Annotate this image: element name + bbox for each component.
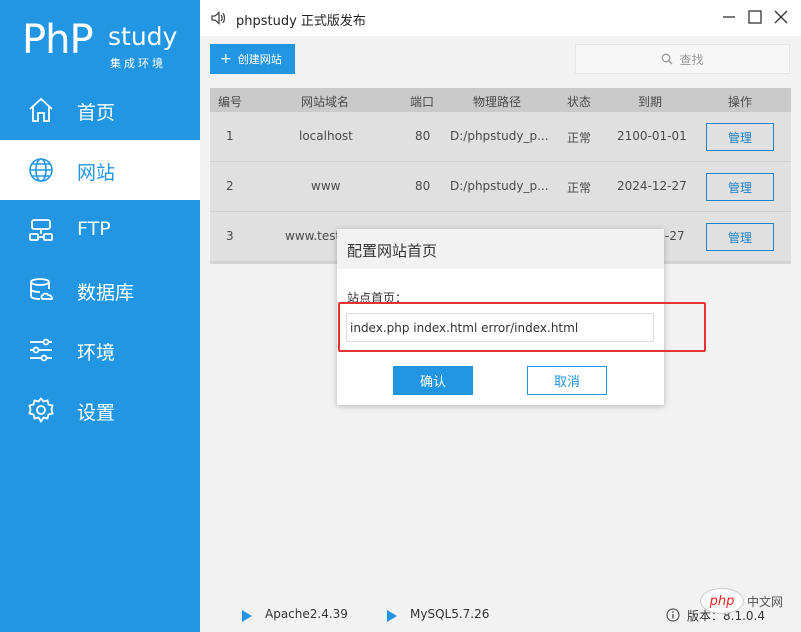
confirm-button[interactable]: 确认: [393, 366, 473, 395]
maximize-icon[interactable]: [746, 8, 764, 26]
info-icon[interactable]: [666, 608, 680, 622]
apache-status: Apache2.4.39: [265, 607, 348, 621]
logo-study: study: [108, 22, 178, 51]
sidebar: PhP study 集成环境 首页 网站 FTP 数据库 环境 设置: [0, 0, 200, 632]
sidebar-item-home[interactable]: 首页: [0, 80, 200, 140]
sidebar-item-label: FTP: [77, 218, 111, 240]
mysql-status: MySQL5.7.26: [410, 607, 490, 621]
plus-icon: +: [220, 51, 232, 67]
sidebar-item-label: 设置: [77, 402, 116, 424]
sidebar-item-label: 环境: [77, 342, 116, 364]
minimize-icon[interactable]: [720, 8, 738, 26]
sidebar-item-website[interactable]: 网站: [0, 140, 200, 200]
sidebar-item-settings[interactable]: 设置: [0, 380, 200, 440]
sidebar-item-database[interactable]: 数据库: [0, 260, 200, 320]
globe-icon: [29, 158, 53, 182]
logo-php: PhP: [22, 17, 94, 63]
annotation-highlight-box: [338, 302, 706, 352]
sidebar-item-ftp[interactable]: FTP: [0, 200, 200, 260]
play-icon[interactable]: [242, 610, 252, 622]
app-logo: PhP study 集成环境: [0, 0, 200, 80]
sidebar-item-label: 首页: [77, 102, 116, 124]
gear-icon: [28, 397, 54, 423]
create-website-button[interactable]: + 创建网站: [210, 44, 295, 74]
speaker-icon[interactable]: [210, 10, 226, 26]
cancel-button[interactable]: 取消: [527, 366, 607, 395]
ftp-server-icon: [29, 219, 53, 241]
search-button[interactable]: 查找: [575, 44, 790, 74]
search-label: 查找: [679, 52, 704, 67]
database-icon: [30, 278, 53, 300]
create-website-label: 创建网站: [237, 53, 282, 66]
watermark-php: php: [709, 593, 735, 609]
play-icon[interactable]: [387, 610, 397, 622]
announcement-title[interactable]: phpstudy 正式版发布: [236, 10, 366, 29]
sidebar-item-label: 数据库: [77, 282, 135, 304]
sidebar-item-environment[interactable]: 环境: [0, 320, 200, 380]
logo-subtitle: 集成环境: [110, 57, 166, 70]
sliders-icon: [30, 338, 52, 362]
search-icon: [662, 53, 673, 65]
watermark-logo: php 中文网: [700, 588, 796, 614]
home-icon: [29, 97, 53, 122]
dialog-title: 配置网站首页: [347, 242, 438, 260]
dialog-header: 配置网站首页: [337, 229, 664, 269]
watermark-text: 中文网: [747, 595, 784, 609]
title-bar: phpstudy 正式版发布: [200, 0, 801, 36]
sidebar-item-label: 网站: [77, 162, 116, 184]
close-icon[interactable]: [772, 8, 790, 26]
